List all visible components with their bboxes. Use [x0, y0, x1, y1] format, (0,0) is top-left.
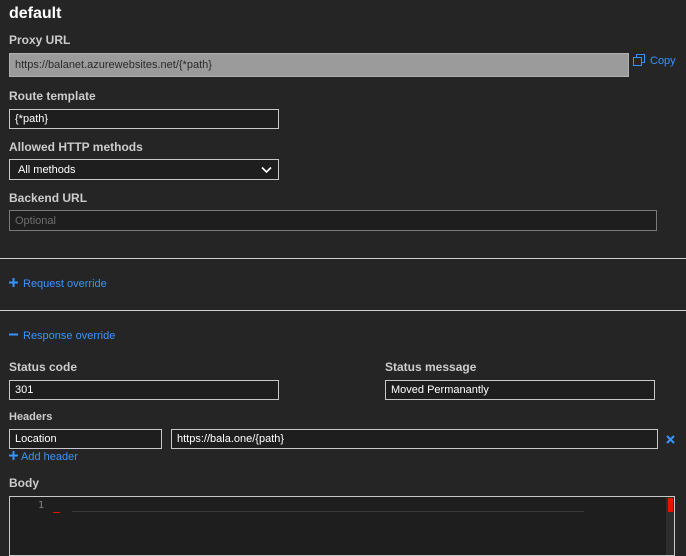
- chevron-down-icon: [261, 165, 272, 177]
- copy-icon: [633, 53, 645, 69]
- proxy-url-label: Proxy URL: [9, 33, 71, 47]
- copy-button[interactable]: Copy: [633, 53, 676, 69]
- http-methods-label: Allowed HTTP methods: [9, 140, 143, 154]
- status-code-value: 301: [15, 384, 34, 396]
- status-message-input[interactable]: Moved Permanantly: [385, 380, 655, 400]
- backend-url-placeholder: Optional: [15, 214, 56, 227]
- backend-url-label: Backend URL: [9, 191, 88, 205]
- copy-label: Copy: [650, 55, 676, 67]
- status-message-value: Moved Permanantly: [391, 384, 489, 396]
- divider: [0, 258, 686, 259]
- header-value-value: https://bala.one/{path}: [177, 433, 285, 445]
- http-methods-selected: All methods: [18, 163, 76, 176]
- add-header-label: Add header: [21, 451, 78, 463]
- plus-icon: [9, 278, 18, 290]
- route-template-input[interactable]: {*path}: [9, 109, 279, 129]
- status-code-label: Status code: [9, 360, 78, 374]
- backend-url-input[interactable]: Optional: [9, 210, 657, 231]
- body-editor[interactable]: 1: [9, 496, 675, 556]
- error-marker: [668, 498, 673, 512]
- response-override-toggle[interactable]: Response override: [9, 330, 115, 342]
- status-message-label: Status message: [385, 360, 477, 374]
- current-line-highlight: [72, 511, 584, 512]
- headers-label: Headers: [9, 411, 53, 423]
- request-override-toggle[interactable]: Request override: [9, 278, 107, 290]
- route-template-value: {*path}: [15, 113, 49, 125]
- header-value-input[interactable]: https://bala.one/{path}: [171, 429, 658, 449]
- status-code-input[interactable]: 301: [9, 380, 279, 400]
- response-override-label: Response override: [23, 330, 116, 342]
- request-override-label: Request override: [23, 278, 107, 290]
- proxy-url-field[interactable]: https://balanet.azurewebsites.net/{*path…: [9, 53, 629, 77]
- http-methods-select[interactable]: All methods: [9, 159, 279, 180]
- add-header-button[interactable]: Add header: [9, 451, 78, 463]
- divider: [0, 310, 686, 311]
- plus-icon: [9, 451, 18, 463]
- close-icon: [666, 433, 675, 447]
- editor-scrollbar[interactable]: [666, 497, 674, 555]
- line-number: 1: [38, 500, 45, 511]
- page-title: default: [9, 5, 62, 22]
- remove-header-button[interactable]: [666, 433, 675, 447]
- error-squiggle: [53, 508, 60, 513]
- proxy-url-value: https://balanet.azurewebsites.net/{*path…: [15, 59, 212, 71]
- minus-icon: [9, 330, 18, 342]
- route-template-label: Route template: [9, 89, 96, 103]
- body-label: Body: [9, 476, 39, 490]
- header-name-input[interactable]: Location: [9, 429, 162, 449]
- header-name-value: Location: [15, 433, 57, 445]
